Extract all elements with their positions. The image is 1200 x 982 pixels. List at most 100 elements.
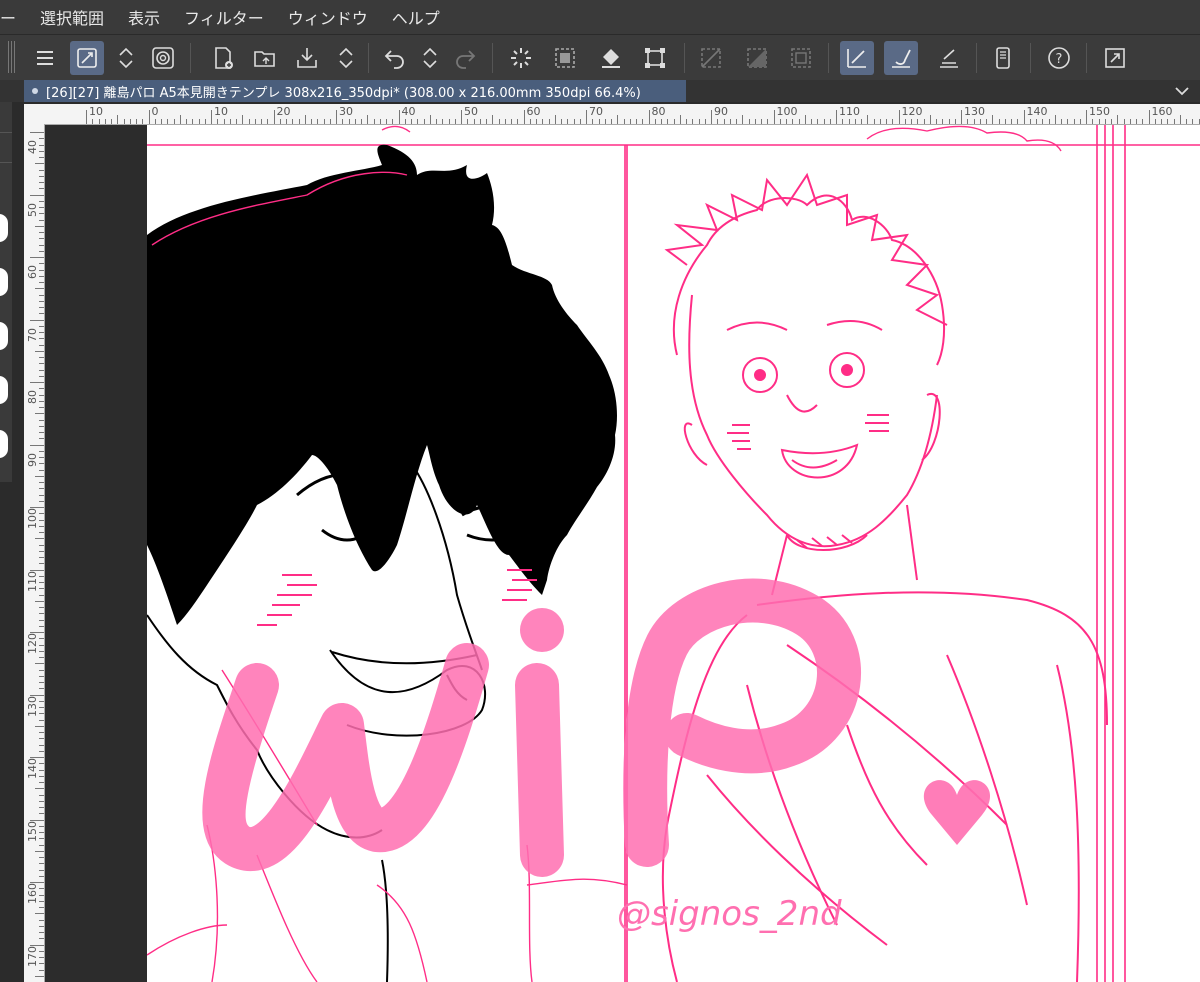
ruler-label: 80: [651, 105, 666, 118]
grid-icon[interactable]: [784, 41, 818, 75]
ruler-label: 170: [26, 945, 39, 967]
ruler-minor-tick: [39, 219, 44, 221]
palette-toggle-3[interactable]: [0, 322, 8, 350]
ruler-minor-tick: [39, 200, 44, 202]
ruler-minor-tick: [811, 119, 812, 124]
ruler-minor-tick: [242, 115, 244, 124]
spiral-icon[interactable]: [146, 41, 180, 75]
ruler-minor-tick: [39, 869, 44, 871]
ruler-minor-tick: [504, 119, 506, 124]
palette-toggle-4[interactable]: [0, 376, 8, 404]
ruler-tick: [1148, 110, 1150, 124]
ruler-minor-tick: [39, 357, 44, 358]
menu-item-help[interactable]: ヘルプ: [380, 5, 452, 29]
crop-icon[interactable]: [638, 41, 672, 75]
ruler-minor-tick: [723, 119, 725, 124]
tab-row: [26][27] 離島パロ A5本見開きテンプレ 308x216_350dpi*…: [0, 80, 1200, 102]
ruler-minor-tick: [879, 119, 881, 124]
ruler-minor-tick: [39, 582, 44, 583]
ruler-minor-tick: [35, 538, 44, 540]
ruler-label: 50: [26, 202, 39, 217]
hide-selection-icon[interactable]: [694, 41, 728, 75]
ruler-minor-tick: [39, 550, 44, 552]
document-tab[interactable]: [26][27] 離島パロ A5本見開きテンプレ 308x216_350dpi*…: [24, 80, 686, 102]
ruler-minor-tick: [798, 119, 800, 124]
ruler-minor-tick: [323, 119, 325, 124]
ruler-tick: [586, 110, 587, 124]
ruler-label: 80: [26, 390, 39, 404]
ruler-pen-icon[interactable]: [840, 41, 874, 75]
ruler-label: 50: [464, 105, 478, 118]
chevron-updown-icon[interactable]: [416, 41, 444, 75]
vertical-ruler[interactable]: 40 50 60 70 80 90 100 110 120 130 140 150 160 170: [24, 124, 45, 982]
ruler-minor-tick: [39, 907, 44, 908]
redo-icon[interactable]: [448, 41, 482, 75]
ruler-minor-tick: [129, 119, 131, 124]
menu-item-filter[interactable]: フィルター: [172, 5, 276, 29]
ruler-minor-tick: [39, 763, 44, 765]
transform-icon[interactable]: [70, 41, 104, 75]
ruler-minor-tick: [998, 119, 1000, 124]
ruler-minor-tick: [236, 119, 237, 124]
ruler-label: 90: [714, 105, 728, 118]
ruler-minor-tick: [39, 700, 44, 702]
ruler-tick: [898, 110, 900, 124]
palette-toggle-5[interactable]: [0, 430, 8, 458]
ruler-minor-tick: [39, 825, 44, 827]
open-folder-icon[interactable]: [248, 41, 282, 75]
drawing-canvas[interactable]: @signos_2nd: [147, 125, 1200, 982]
chevron-down-icon[interactable]: [1174, 83, 1190, 99]
loading-icon[interactable]: [504, 41, 538, 75]
ruler-minor-tick: [161, 119, 162, 124]
chevron-updown-icon[interactable]: [332, 41, 360, 75]
ruler-label: 120: [901, 105, 923, 118]
heart-icon: [923, 780, 991, 845]
ruler-minor-tick: [39, 338, 44, 340]
save-icon[interactable]: [290, 41, 324, 75]
ruler-minor-tick: [39, 263, 44, 265]
ruler-minor-tick: [704, 119, 706, 124]
perspective-ruler-icon[interactable]: [932, 41, 966, 75]
undo-icon[interactable]: [378, 41, 412, 75]
ruler-label: 140: [26, 758, 39, 779]
horizontal-ruler[interactable]: 10 0 10 20 30 40 50 60 70 80 90 100 110 120 130 140 150 1…: [24, 104, 1200, 125]
ruler-minor-tick: [39, 575, 44, 577]
brush-icon[interactable]: [884, 41, 918, 75]
ruler-minor-tick: [517, 119, 519, 124]
toolbar-grip[interactable]: [8, 41, 16, 73]
expand-icon[interactable]: [1098, 41, 1132, 75]
ruler-minor-tick: [39, 675, 44, 677]
ruler-minor-tick: [1173, 119, 1175, 124]
palette-toggle-2[interactable]: [0, 268, 8, 296]
ruler-minor-tick: [892, 119, 894, 124]
ruler-minor-tick: [448, 119, 450, 124]
ruler-minor-tick: [748, 119, 750, 124]
ruler-tick: [30, 132, 44, 133]
ruler-minor-tick: [973, 119, 975, 124]
menu-item-view[interactable]: 表示: [116, 5, 172, 29]
palette-toggle-1[interactable]: [0, 214, 8, 242]
smartphone-icon[interactable]: [986, 41, 1020, 75]
ruler-minor-tick: [39, 669, 44, 671]
ruler-minor-tick: [39, 969, 44, 971]
menu-item-selection[interactable]: 選択範囲: [28, 5, 116, 29]
selection-icon[interactable]: [548, 41, 582, 75]
menu-icon[interactable]: [28, 41, 62, 75]
new-file-icon[interactable]: [206, 41, 240, 75]
fill-icon[interactable]: [594, 41, 628, 75]
ruler-minor-tick: [579, 119, 581, 124]
menu-item-window[interactable]: ウィンドウ: [276, 5, 380, 29]
ruler-minor-tick: [911, 119, 912, 124]
menu-item-truncated[interactable]: ー: [0, 5, 28, 29]
ruler-tick: [1023, 110, 1025, 124]
ruler-minor-tick: [436, 119, 437, 124]
ruler-minor-tick: [454, 119, 456, 124]
ruler-minor-tick: [661, 119, 662, 124]
ruler-minor-tick: [592, 119, 594, 124]
ruler-minor-tick: [39, 644, 44, 646]
invert-selection-icon[interactable]: [740, 41, 774, 75]
ruler-minor-tick: [39, 744, 44, 746]
ruler-minor-tick: [511, 119, 512, 124]
chevron-updown-icon[interactable]: [112, 41, 140, 75]
help-icon[interactable]: ?: [1042, 41, 1076, 75]
